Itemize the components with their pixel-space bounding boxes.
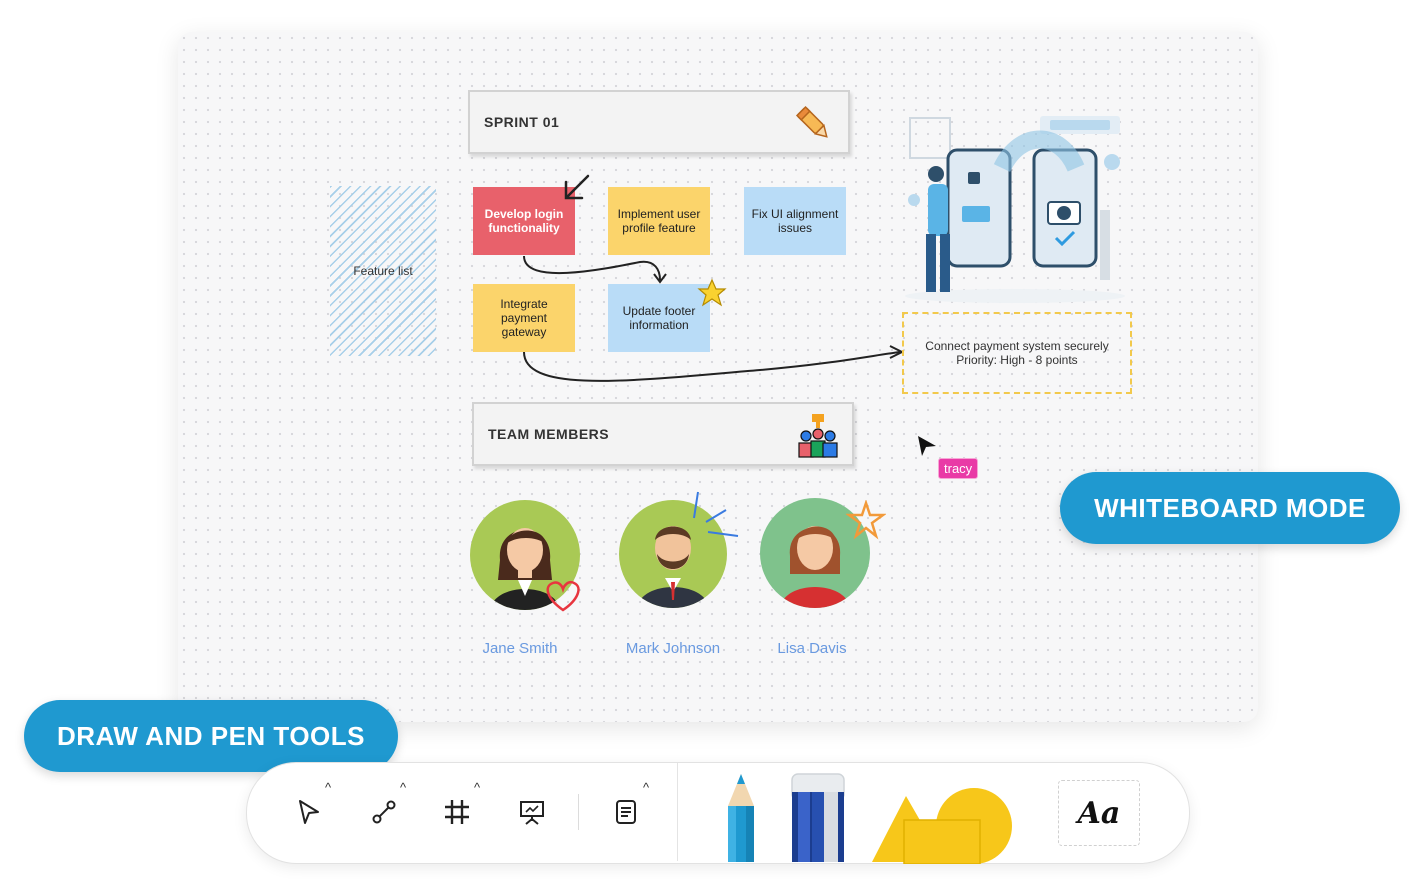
payment-illustration: [905, 116, 1125, 303]
team-header-card[interactable]: TEAM MEMBERS: [472, 402, 854, 466]
star-outline-icon: [846, 500, 886, 540]
frame-tool-button[interactable]: [437, 792, 477, 832]
whiteboard-mode-badge: WHITEBOARD MODE: [1060, 472, 1400, 544]
team-title: TEAM MEMBERS: [488, 426, 610, 442]
whiteboard-mode-text: WHITEBOARD MODE: [1094, 492, 1366, 523]
member-name-mark: Mark Johnson: [625, 640, 721, 657]
notes-icon: [616, 800, 636, 824]
toolbar-section-divider: [677, 763, 678, 861]
select-tool-caret-icon[interactable]: ^: [325, 780, 331, 795]
collaborator-cursor-label: tracy: [938, 458, 979, 479]
payment-note[interactable]: Connect payment system securely Priority…: [902, 312, 1132, 394]
draw-tools-text: DRAW AND PEN TOOLS: [56, 720, 365, 751]
toolbar-divider: [578, 794, 579, 830]
payment-note-line1: Connect payment system securely: [925, 339, 1109, 353]
member-name-jane: Jane Smith: [482, 640, 558, 657]
presentation-icon: [520, 801, 544, 825]
pencil-icon[interactable]: [722, 772, 760, 862]
select-tool-button[interactable]: [288, 792, 328, 832]
frame-tool-caret-icon[interactable]: ^: [474, 780, 480, 795]
eraser-icon[interactable]: [788, 772, 848, 862]
heart-icon: [546, 581, 580, 612]
collaborator-cursor-icon: [918, 436, 936, 456]
connector-icon: [372, 800, 396, 824]
presentation-tool-button[interactable]: [512, 792, 552, 832]
shapes-icon[interactable]: [870, 786, 1020, 864]
team-icon: [798, 414, 838, 458]
connector-tool-button[interactable]: [364, 792, 404, 832]
notes-tool-button[interactable]: [606, 792, 646, 832]
select-icon: [299, 800, 319, 824]
notes-tool-caret-icon[interactable]: ^: [643, 780, 649, 795]
spark-lines-icon: [693, 491, 739, 537]
connector-tool-caret-icon[interactable]: ^: [400, 780, 406, 795]
font-tool-label: Aa: [1077, 795, 1121, 831]
text-tool-button[interactable]: Aa: [1058, 780, 1140, 846]
payment-note-line2: Priority: High - 8 points: [956, 353, 1078, 367]
frame-icon: [445, 800, 469, 824]
member-name-lisa: Lisa Davis: [777, 640, 847, 657]
